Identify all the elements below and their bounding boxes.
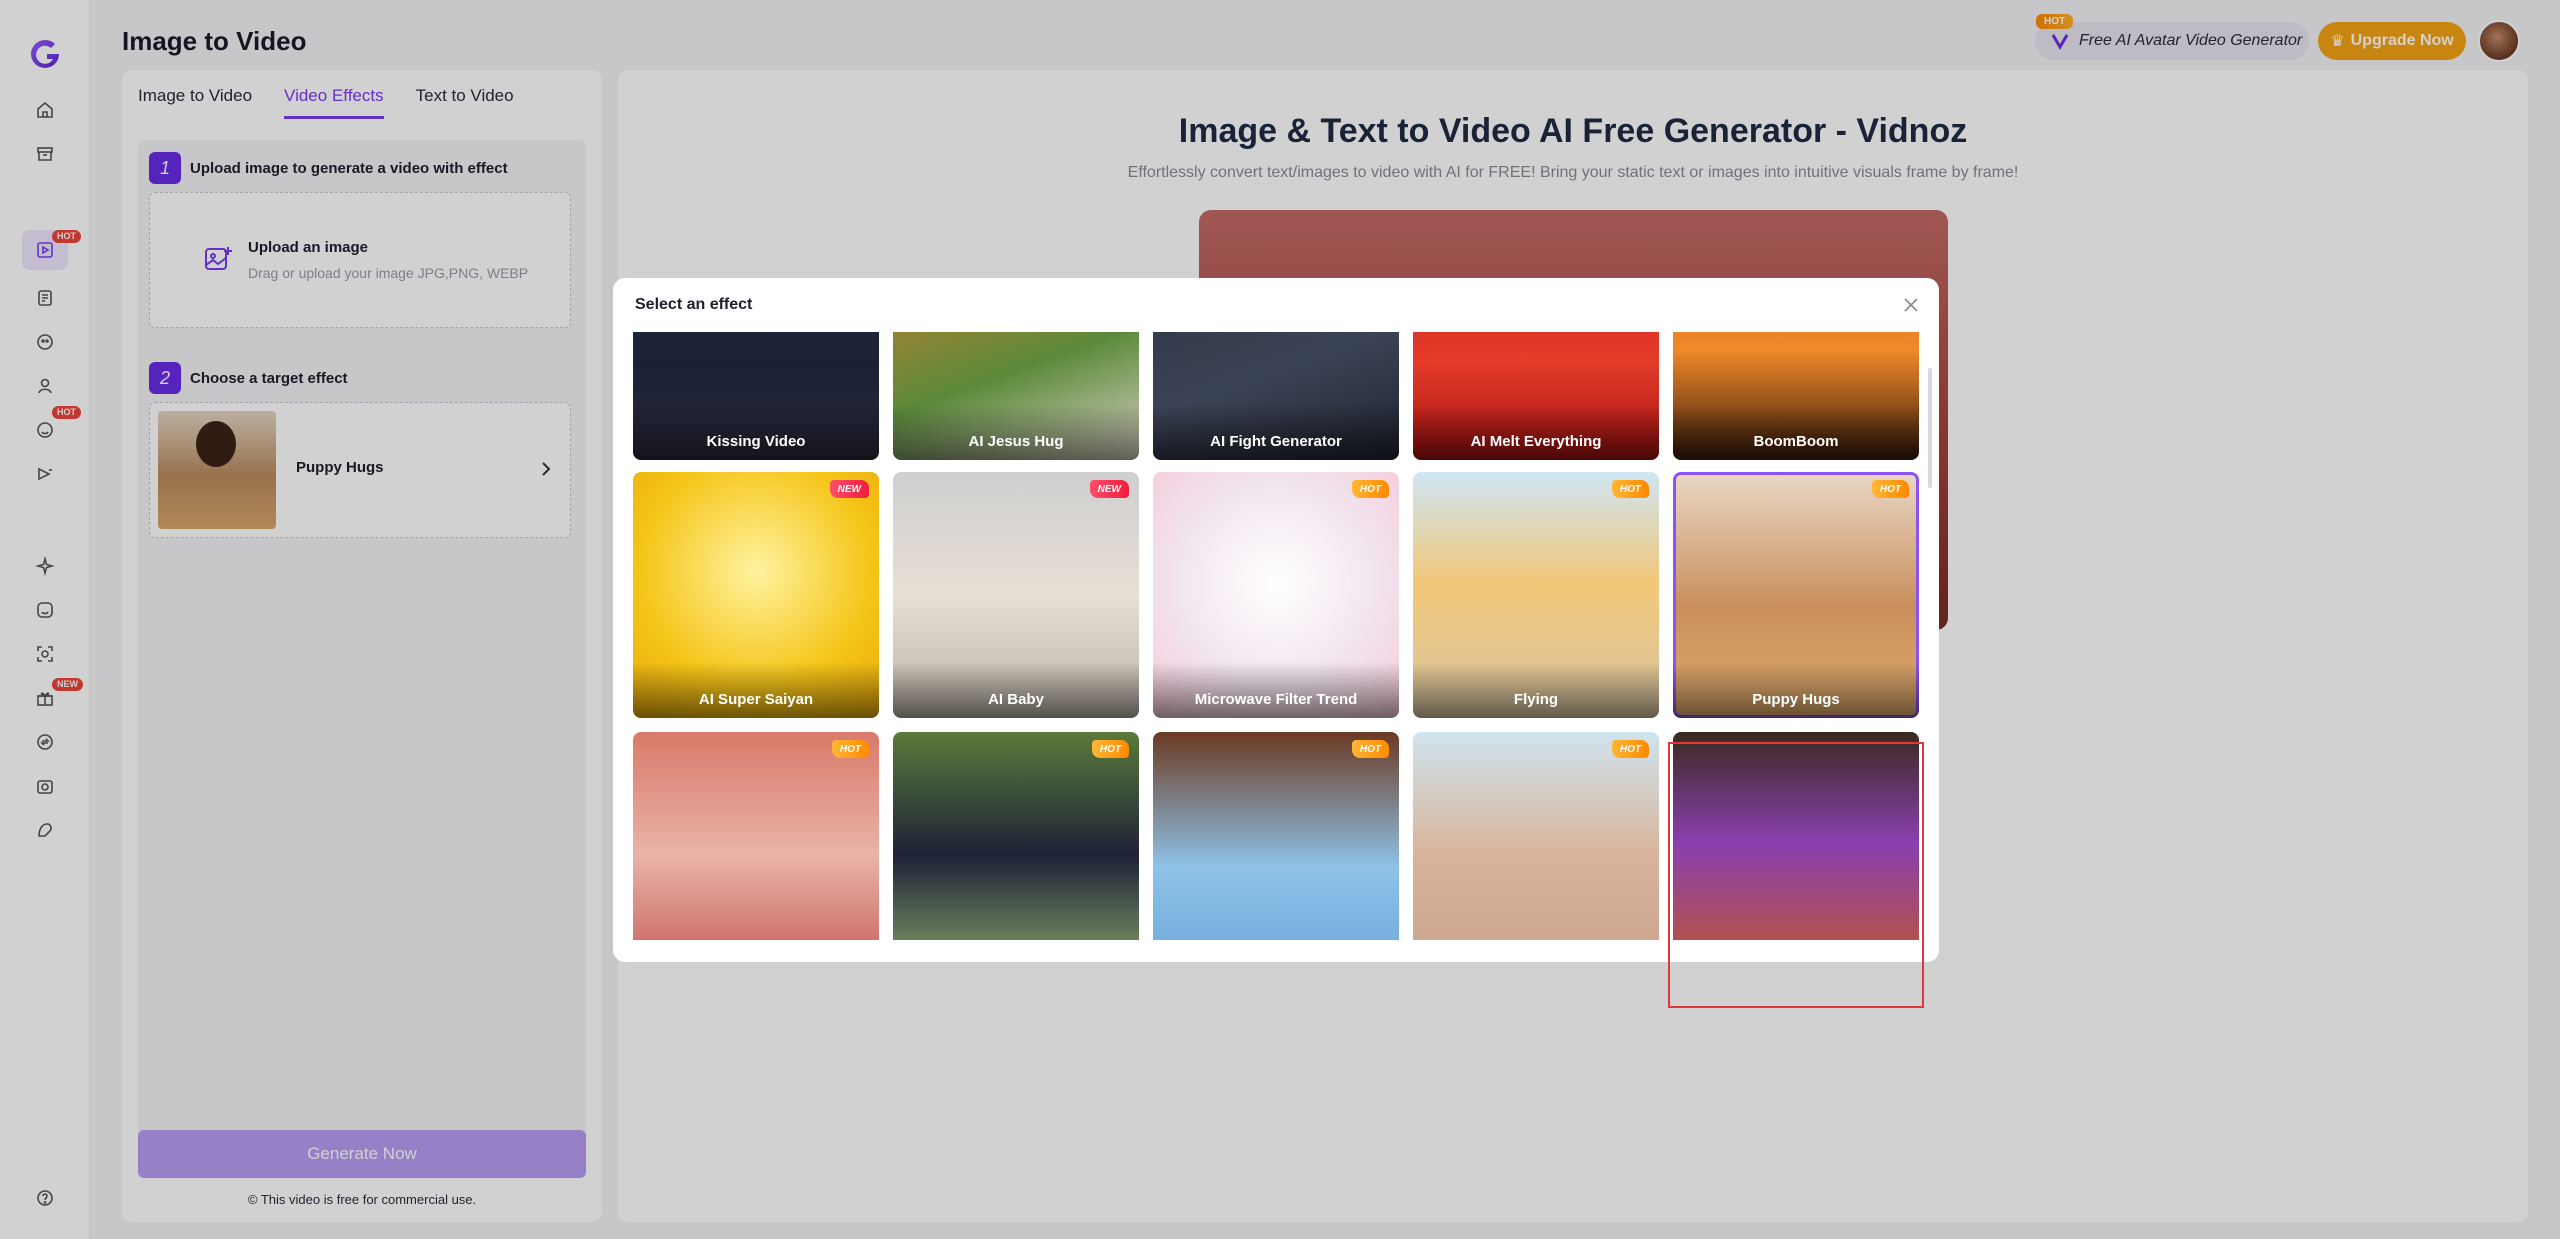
effect-card[interactable]: NEW AI Baby	[893, 472, 1139, 718]
effect-card[interactable]: NEW AI Super Saiyan	[633, 472, 879, 718]
effect-select-modal: Select an effect Kissing Video AI Jesus …	[613, 278, 1939, 1008]
effect-label: Microwave Filter Trend	[1153, 662, 1399, 718]
modal-title: Select an effect	[635, 296, 753, 313]
new-tag: NEW	[1089, 480, 1129, 498]
effect-card[interactable]: HOT	[1413, 732, 1659, 940]
new-tag: NEW	[829, 480, 869, 498]
hot-tag: HOT	[1351, 740, 1389, 758]
hot-tag: HOT	[831, 740, 869, 758]
effect-card[interactable]: AI Jesus Hug	[893, 332, 1139, 460]
effect-card[interactable]: HOT	[893, 732, 1139, 940]
effect-label: AI Melt Everything	[1413, 404, 1659, 460]
selection-highlight	[1668, 742, 1924, 1008]
effect-card[interactable]: HOT	[633, 732, 879, 940]
effect-card[interactable]: Kissing Video	[633, 332, 879, 460]
effect-card[interactable]: HOT	[1153, 732, 1399, 940]
effect-card-selected[interactable]: HOT Puppy Hugs	[1673, 472, 1919, 718]
hot-tag: HOT	[1611, 480, 1649, 498]
effect-label: AI Super Saiyan	[633, 662, 879, 718]
effect-label: Kissing Video	[633, 404, 879, 460]
effect-label: AI Fight Generator	[1153, 404, 1399, 460]
close-icon[interactable]	[1902, 296, 1920, 314]
effect-card[interactable]: AI Melt Everything	[1413, 332, 1659, 460]
effect-card[interactable]: AI Fight Generator	[1153, 332, 1399, 460]
hot-tag: HOT	[1091, 740, 1129, 758]
effect-label: AI Baby	[893, 662, 1139, 718]
effect-card[interactable]: BoomBoom	[1673, 332, 1919, 460]
hot-tag: HOT	[1351, 480, 1389, 498]
effect-label: Flying	[1413, 662, 1659, 718]
effect-label: Puppy Hugs	[1673, 662, 1919, 718]
effect-label: BoomBoom	[1673, 404, 1919, 460]
effect-card[interactable]: HOT Flying	[1413, 472, 1659, 718]
effect-label: AI Jesus Hug	[893, 404, 1139, 460]
hot-tag: HOT	[1871, 480, 1909, 498]
effect-card[interactable]: HOT Microwave Filter Trend	[1153, 472, 1399, 718]
modal-scrollbar[interactable]	[1928, 368, 1932, 488]
hot-tag: HOT	[1611, 740, 1649, 758]
